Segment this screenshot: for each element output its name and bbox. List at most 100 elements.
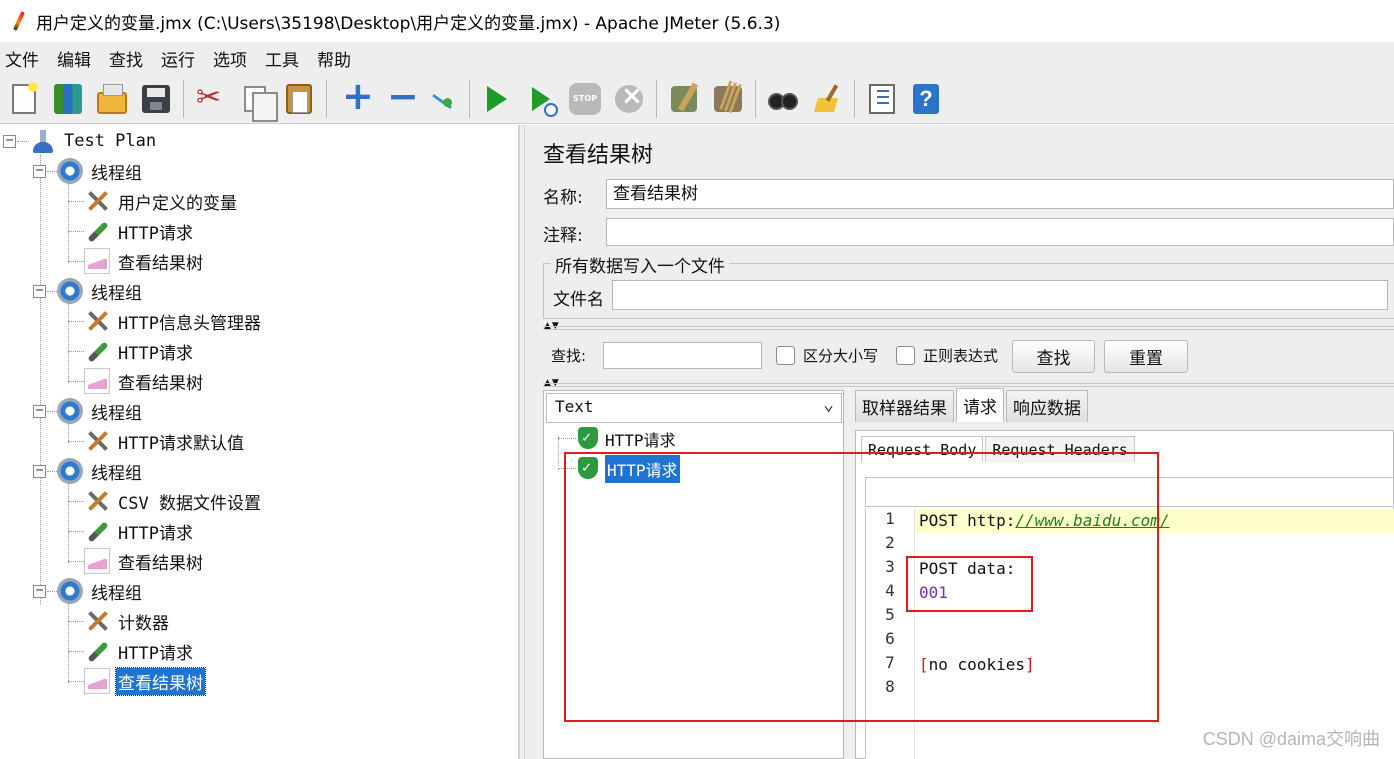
- help-icon: ?: [913, 83, 939, 114]
- menu-help[interactable]: 帮助: [312, 46, 360, 71]
- menu-run[interactable]: 运行: [156, 46, 204, 71]
- tree-node-http-request[interactable]: HTTP请求: [84, 337, 195, 365]
- tree-connector: [68, 681, 84, 682]
- graph-icon: [84, 368, 110, 394]
- find-button[interactable]: 查找: [1012, 340, 1095, 373]
- tree-collapse-toggle[interactable]: −: [33, 404, 46, 418]
- menu-tools[interactable]: 工具: [260, 46, 308, 71]
- expand-all-button[interactable]: [334, 74, 374, 119]
- tab-sampler-result[interactable]: 取样器结果: [855, 390, 954, 422]
- tree-node-http-request[interactable]: HTTP请求: [84, 517, 195, 545]
- panel-title: 查看结果树: [543, 143, 654, 168]
- tree-collapse-toggle[interactable]: −: [3, 134, 16, 148]
- tree-collapse-toggle[interactable]: −: [33, 464, 46, 478]
- tree-node-thread-group[interactable]: 线程组: [57, 397, 144, 425]
- tree-node-label: HTTP请求: [118, 643, 193, 664]
- tree-collapse-toggle[interactable]: −: [33, 584, 46, 598]
- tree-node-label: HTTP信息头管理器: [118, 313, 261, 334]
- tree-node-results-tree[interactable]: 查看结果树: [84, 547, 205, 575]
- renderer-select[interactable]: Text ⌄: [546, 393, 842, 423]
- start-no-timers-button[interactable]: [521, 79, 561, 119]
- tree-node-thread-group[interactable]: 线程组: [57, 577, 144, 605]
- tree-connector: [558, 438, 576, 439]
- pipette-icon: [84, 218, 110, 244]
- clear-button[interactable]: [664, 79, 704, 119]
- result-item-selected[interactable]: HTTP请求: [577, 455, 680, 483]
- tree-node-header-manager[interactable]: HTTP信息头管理器: [84, 307, 263, 335]
- tree-collapse-toggle[interactable]: −: [33, 284, 46, 298]
- menu-edit[interactable]: 编辑: [52, 46, 100, 71]
- tree-node-http-request[interactable]: HTTP请求: [84, 637, 195, 665]
- tree-node-http-request[interactable]: HTTP请求: [84, 217, 195, 245]
- tree-collapse-toggle[interactable]: −: [33, 164, 46, 178]
- flask-icon: [30, 128, 56, 154]
- editor-search-bar[interactable]: [865, 477, 1394, 507]
- filename-field[interactable]: [612, 280, 1388, 310]
- reset-search-button[interactable]: [807, 79, 847, 119]
- tree-node-results-tree[interactable]: 查看结果树: [84, 367, 205, 395]
- tree-node-counter[interactable]: 计数器: [84, 607, 171, 635]
- shutdown-button[interactable]: [609, 79, 649, 119]
- stop-button[interactable]: STOP: [565, 79, 605, 119]
- menu-file[interactable]: 文件: [0, 46, 48, 71]
- tab-request[interactable]: 请求: [956, 388, 1004, 422]
- comment-field[interactable]: [606, 218, 1394, 246]
- tree-node-thread-group[interactable]: 线程组: [57, 157, 144, 185]
- request-body-editor[interactable]: 1 2 3 4 5 6 7 8 POST http://www.baidu.co…: [865, 509, 1394, 759]
- cut-button[interactable]: [191, 79, 231, 119]
- new-button[interactable]: [4, 79, 44, 119]
- tree-connector: [68, 483, 69, 563]
- regex-checkbox[interactable]: [896, 346, 915, 365]
- tree-node-thread-group[interactable]: 线程组: [57, 277, 144, 305]
- clear-icon: [671, 85, 697, 112]
- tree-node-csv-dataset[interactable]: CSV 数据文件设置: [84, 487, 263, 515]
- tree-node-test-plan[interactable]: Test Plan: [30, 127, 158, 155]
- clear-all-icon: [714, 85, 742, 112]
- line-number: 3: [885, 557, 895, 576]
- menu-options[interactable]: 选项: [208, 46, 256, 71]
- horizontal-splitter[interactable]: [543, 326, 1394, 330]
- tab-request-headers[interactable]: Request Headers: [985, 436, 1135, 462]
- help-button[interactable]: ?: [906, 79, 946, 119]
- tab-response-data[interactable]: 响应数据: [1006, 390, 1088, 422]
- comment-label: 注释:: [543, 226, 583, 246]
- open-button[interactable]: [92, 79, 132, 119]
- menu-search[interactable]: 查找: [104, 46, 152, 71]
- gear-icon: [57, 398, 83, 424]
- clear-all-button[interactable]: [708, 79, 748, 119]
- tab-request-body[interactable]: Request Body: [861, 436, 984, 462]
- title-bar: 用户定义的变量.jmx (C:\Users\35198\Desktop\用户定义…: [0, 0, 1394, 42]
- search-label: 查找:: [551, 347, 587, 365]
- cookies-text: no cookies: [928, 655, 1025, 674]
- tree-node-label: HTTP请求: [118, 343, 193, 364]
- search-button[interactable]: [763, 79, 803, 119]
- code-line-post-data-label: POST data:: [919, 559, 1016, 578]
- start-button[interactable]: [477, 79, 517, 119]
- tree-node-results-tree[interactable]: 查看结果树: [84, 247, 205, 275]
- toggle-button[interactable]: [422, 79, 462, 119]
- horizontal-splitter[interactable]: [543, 383, 1394, 387]
- tree-node-results-tree-selected[interactable]: 查看结果树: [84, 666, 206, 696]
- paste-button[interactable]: [279, 79, 319, 119]
- tree-node-user-variables[interactable]: 用户定义的变量: [84, 187, 239, 215]
- tree-node-http-defaults[interactable]: HTTP请求默认值: [84, 427, 246, 455]
- copy-button[interactable]: [235, 79, 278, 122]
- collapse-all-button[interactable]: [378, 74, 419, 119]
- tree-node-label: Test Plan: [64, 131, 157, 151]
- request-subtabs: Request Body Request Headers: [861, 436, 1137, 464]
- name-field[interactable]: 查看结果树: [606, 179, 1394, 209]
- paste-icon: [286, 83, 312, 114]
- search-field[interactable]: [603, 342, 762, 369]
- function-helper-button[interactable]: [862, 79, 902, 119]
- request-url-link[interactable]: //www.baidu.com/: [1015, 511, 1169, 530]
- tree-node-label: HTTP请求: [118, 523, 193, 544]
- save-button[interactable]: [136, 79, 176, 119]
- toolbar-separator: [656, 79, 657, 118]
- results-tree-panel: 查看结果树 名称: 查看结果树 注释: 所有数据写入一个文件 文件名 ▲▼ 查找…: [525, 125, 1394, 759]
- case-sensitive-checkbox[interactable]: [776, 346, 795, 365]
- templates-button[interactable]: [48, 79, 88, 119]
- reset-button[interactable]: 重置: [1104, 340, 1188, 373]
- save-icon: [142, 84, 170, 113]
- result-item[interactable]: HTTP请求: [577, 425, 676, 453]
- tree-node-thread-group[interactable]: 线程组: [57, 457, 144, 485]
